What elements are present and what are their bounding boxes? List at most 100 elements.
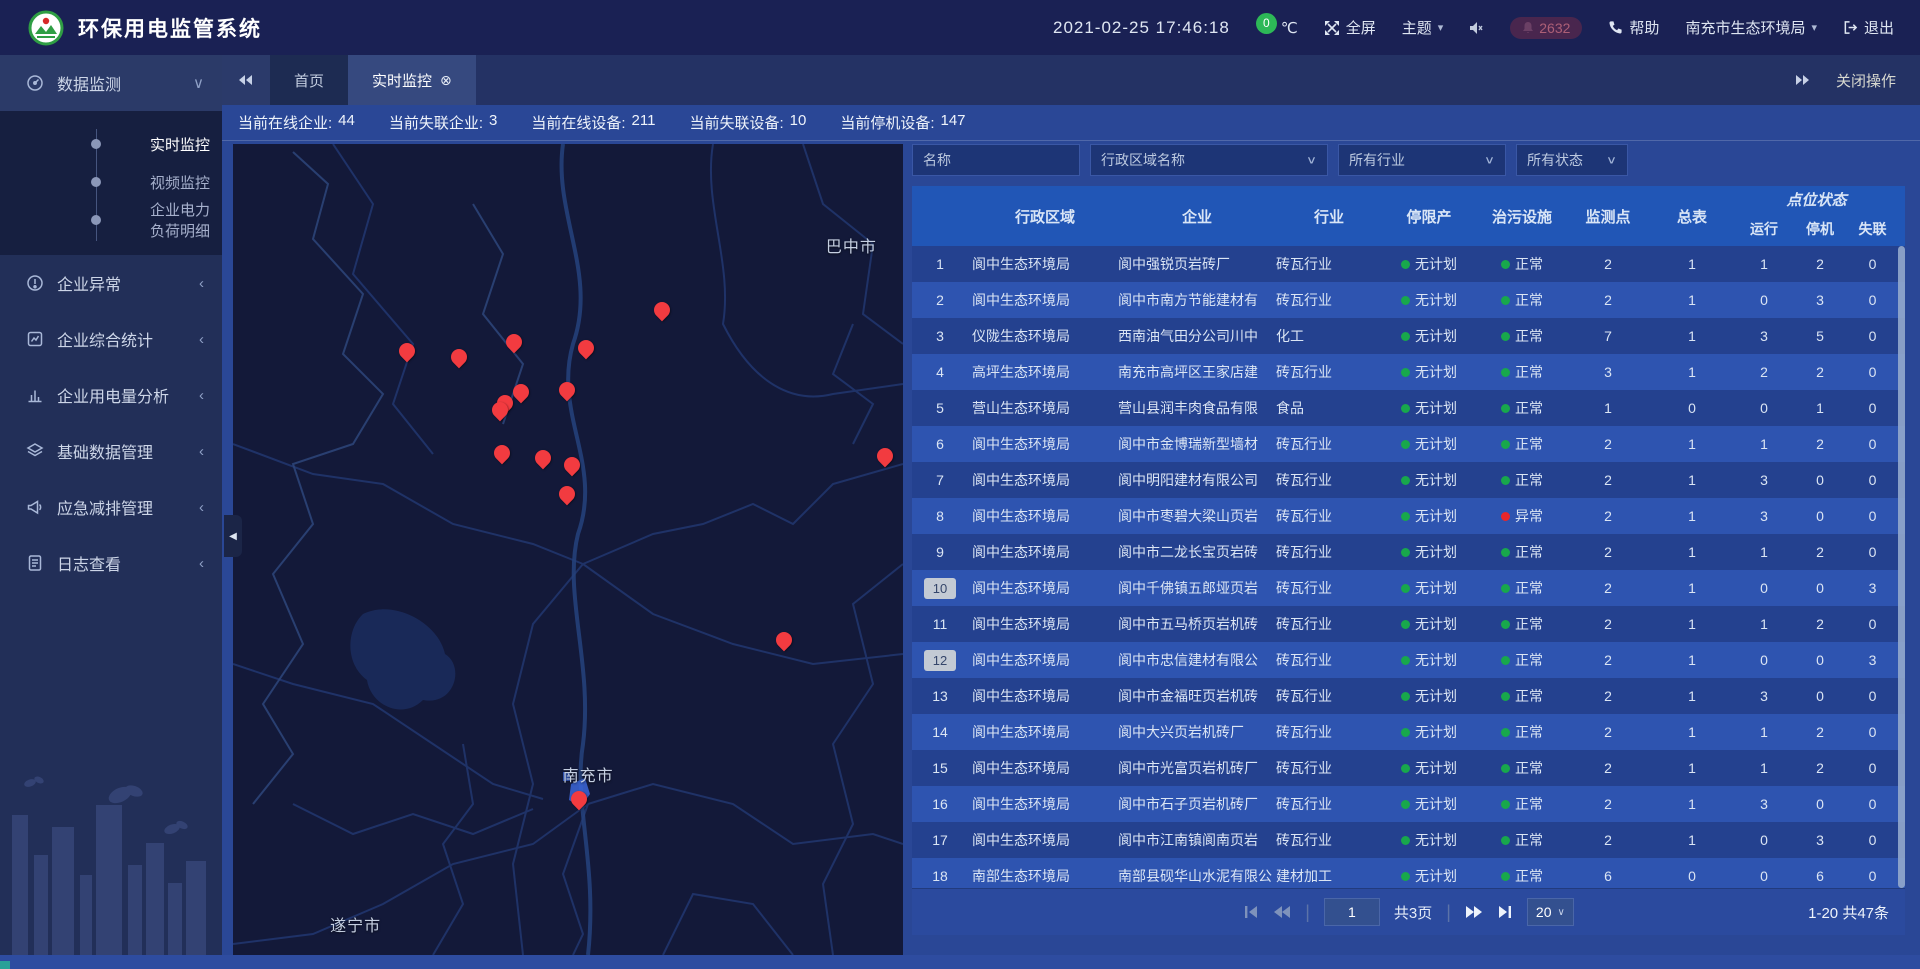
table-row[interactable]: 4高坪生态环境局南充市高坪区王家店建砖瓦行业无计划正常31220 [912, 354, 1905, 390]
table-row[interactable]: 14阆中生态环境局阆中大兴页岩机砖厂砖瓦行业无计划正常21120 [912, 714, 1905, 750]
sidebar-item-2[interactable]: 企业综合统计‹ [0, 311, 222, 367]
mute-speaker-button[interactable] [1469, 21, 1484, 35]
close-operations-button[interactable]: 关闭操作 [1836, 70, 1896, 91]
phone-icon [1608, 20, 1623, 35]
facility-status-label: 正常 [1515, 326, 1543, 346]
region-cell: 高坪生态环境局 [968, 362, 1118, 382]
facility-status-cell: 正常 [1476, 686, 1568, 706]
status-dot-icon [1401, 260, 1410, 269]
table-row[interactable]: 17阆中生态环境局阆中市江南镇阆南页岩砖瓦行业无计划正常21030 [912, 822, 1905, 858]
table-row[interactable]: 11阆中生态环境局阆中市五马桥页岩机砖砖瓦行业无计划正常21120 [912, 606, 1905, 642]
double-chevron-right-icon[interactable] [1794, 74, 1810, 86]
run-count-cell: 1 [1736, 760, 1792, 776]
industry-cell: 砖瓦行业 [1276, 434, 1382, 454]
col-header-industry: 行业 [1276, 186, 1382, 246]
map-terrain [233, 144, 903, 955]
status-filter-select[interactable]: 所有状态∨ [1516, 144, 1628, 176]
company-cell: 阆中市南方节能建材有 [1118, 290, 1276, 310]
pagination-bar: | 共3页 | 20∨ 1-20 共47条 [912, 888, 1905, 935]
status-dot-icon [1401, 620, 1410, 629]
table-row[interactable]: 8阆中生态环境局阆中市枣碧大梁山页岩砖瓦行业无计划异常21300 [912, 498, 1905, 534]
table-row[interactable]: 1阆中生态环境局阆中强锐页岩砖厂砖瓦行业无计划正常21120 [912, 246, 1905, 282]
panel-collapse-handle[interactable]: ◀ [224, 515, 242, 557]
tab-home[interactable]: 首页 [270, 55, 348, 105]
theme-dropdown[interactable]: 主题▾ [1402, 17, 1444, 38]
lost-count-cell: 0 [1848, 436, 1897, 452]
limit-status-label: 无计划 [1415, 722, 1457, 742]
stop-count-cell: 6 [1792, 868, 1848, 884]
logout-button[interactable]: 退出 [1843, 17, 1894, 38]
table-row[interactable]: 10阆中生态环境局阆中千佛镇五郎垭页岩砖瓦行业无计划正常21003 [912, 570, 1905, 606]
stat-label: 当前失联设备: [689, 112, 783, 133]
sidebar-subitem[interactable]: 企业电力负荷明细 [0, 201, 222, 239]
status-dot-icon [1401, 332, 1410, 341]
status-dot-icon [1501, 800, 1510, 809]
name-filter-field[interactable] [912, 144, 1080, 176]
facility-status-label: 正常 [1515, 398, 1543, 418]
sidebar-item-3[interactable]: 企业用电量分析‹ [0, 367, 222, 423]
table-row[interactable]: 7阆中生态环境局阆中明阳建材有限公司砖瓦行业无计划正常21300 [912, 462, 1905, 498]
sidebar-item-1[interactable]: 企业异常‹ [0, 255, 222, 311]
stat-item-4: 当前停机设备:147 [840, 112, 965, 133]
status-dot-icon [1401, 656, 1410, 665]
last-page-button[interactable] [1497, 905, 1513, 919]
sidebar-subitem-label: 实时监控 [150, 134, 210, 155]
fullscreen-icon [1324, 20, 1340, 36]
page-size-select[interactable]: 20∨ [1527, 898, 1574, 926]
region-filter-select[interactable]: 行政区域名称∨ [1090, 144, 1328, 176]
lost-count-cell: 0 [1848, 328, 1897, 344]
tabs-scroll-left-button[interactable] [222, 55, 270, 105]
sidebar-subitem[interactable]: 视频监控 [0, 163, 222, 201]
sidebar-item-6[interactable]: 日志查看‹ [0, 535, 222, 591]
table-row[interactable]: 3仪陇生态环境局西南油气田分公司川中化工无计划正常71350 [912, 318, 1905, 354]
lost-count-cell: 0 [1848, 688, 1897, 704]
next-page-button[interactable] [1465, 905, 1483, 919]
tab-close-icon[interactable]: ⊗ [440, 72, 452, 89]
table-body: 1阆中生态环境局阆中强锐页岩砖厂砖瓦行业无计划正常211202阆中生态环境局阆中… [912, 246, 1905, 888]
table-scrollbar[interactable] [1898, 246, 1905, 888]
stop-count-cell: 0 [1792, 580, 1848, 596]
tab-realtime-monitor[interactable]: 实时监控 ⊗ [348, 55, 476, 105]
table-row[interactable]: 6阆中生态环境局阆中市金博瑞新型墙材砖瓦行业无计划正常21120 [912, 426, 1905, 462]
limit-status-label: 无计划 [1415, 362, 1457, 382]
meter-count-cell: 1 [1648, 364, 1736, 380]
fullscreen-button[interactable]: 全屏 [1324, 17, 1376, 38]
chevron-left-icon: ‹ [199, 275, 204, 292]
table-row[interactable]: 9阆中生态环境局阆中市二龙长宝页岩砖砖瓦行业无计划正常21120 [912, 534, 1905, 570]
facility-status-label: 正常 [1515, 866, 1543, 886]
sidebar-subitem[interactable]: 实时监控 [0, 125, 222, 163]
sidebar-item-4[interactable]: 基础数据管理‹ [0, 423, 222, 479]
facility-status-cell: 正常 [1476, 794, 1568, 814]
limit-status-cell: 无计划 [1382, 254, 1476, 274]
region-cell: 仪陇生态环境局 [968, 326, 1118, 346]
run-count-cell: 3 [1736, 688, 1792, 704]
sidebar-item-0[interactable]: 数据监测∨ [0, 55, 222, 111]
stop-count-cell: 2 [1792, 544, 1848, 560]
page-number-input[interactable] [1324, 898, 1380, 926]
help-button[interactable]: 帮助 [1608, 17, 1659, 38]
facility-status-cell: 正常 [1476, 578, 1568, 598]
industry-filter-select[interactable]: 所有行业∨ [1338, 144, 1506, 176]
lost-count-cell: 0 [1848, 832, 1897, 848]
col-header-company: 企业 [1118, 186, 1276, 246]
monitor-count-cell: 2 [1568, 688, 1648, 704]
table-row[interactable]: 15阆中生态环境局阆中市光富页岩机砖厂砖瓦行业无计划正常21120 [912, 750, 1905, 786]
meter-count-cell: 1 [1648, 688, 1736, 704]
sidebar-item-5[interactable]: 应急减排管理‹ [0, 479, 222, 535]
table-row[interactable]: 18南部生态环境局南部县砚华山水泥有限公建材加工无计划正常60060 [912, 858, 1905, 888]
status-dot-icon [1501, 620, 1510, 629]
prev-page-button[interactable] [1273, 905, 1291, 919]
table-row[interactable]: 5营山生态环境局营山县润丰肉食品有限食品无计划正常10010 [912, 390, 1905, 426]
notification-badge[interactable]: 2632 [1510, 17, 1582, 39]
first-page-button[interactable] [1243, 905, 1259, 919]
row-number-cell: 7 [912, 472, 968, 488]
name-filter-input[interactable] [923, 152, 1069, 168]
status-dot-icon [1401, 296, 1410, 305]
table-row[interactable]: 13阆中生态环境局阆中市金福旺页岩机砖砖瓦行业无计划正常21300 [912, 678, 1905, 714]
limit-status-cell: 无计划 [1382, 542, 1476, 562]
table-row[interactable]: 12阆中生态环境局阆中市忠信建材有限公砖瓦行业无计划正常21003 [912, 642, 1905, 678]
user-dropdown[interactable]: 南充市生态环境局▾ [1685, 17, 1817, 38]
table-row[interactable]: 16阆中生态环境局阆中市石子页岩机砖厂砖瓦行业无计划正常21300 [912, 786, 1905, 822]
map-view[interactable]: 巴中市南充市遂宁市 [233, 144, 903, 955]
table-row[interactable]: 2阆中生态环境局阆中市南方节能建材有砖瓦行业无计划正常21030 [912, 282, 1905, 318]
